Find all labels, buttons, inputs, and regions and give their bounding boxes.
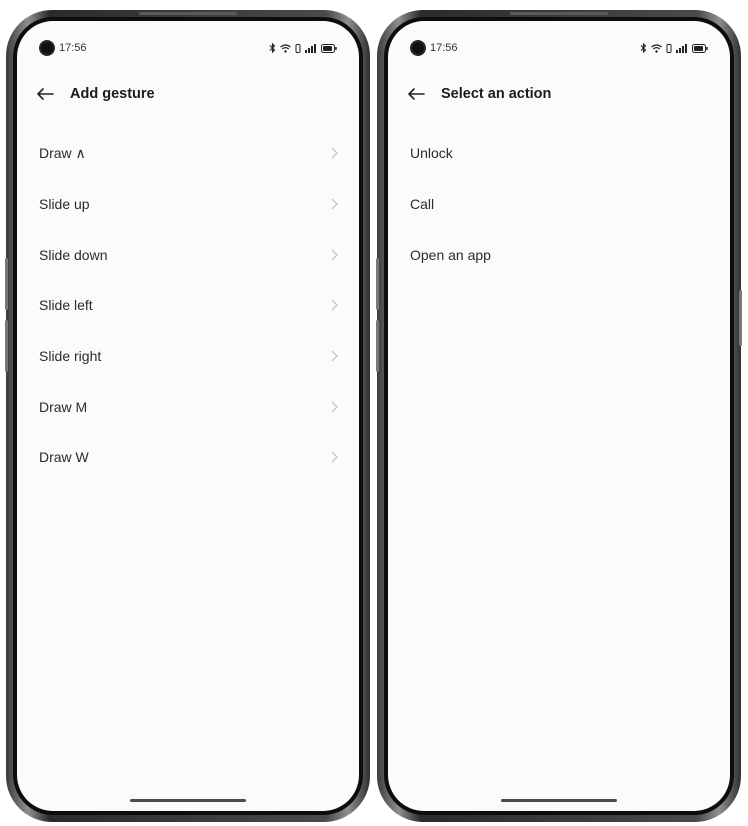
phone-bezel: 17:56 Select an action Unlock Call Open …	[384, 17, 734, 815]
volume-button	[376, 258, 379, 310]
list-item-slide-right[interactable]: Slide right	[17, 331, 359, 382]
battery-icon	[321, 43, 337, 53]
vibrate-icon	[666, 43, 672, 53]
wifi-icon	[651, 43, 662, 53]
list-item-slide-left[interactable]: Slide left	[17, 280, 359, 331]
list-item-draw-caret[interactable]: Draw ∧	[17, 128, 359, 179]
list-item-label: Draw M	[39, 398, 88, 415]
earpiece-grille	[139, 12, 237, 15]
status-bar: 17:56	[39, 39, 337, 57]
list-item-slide-up[interactable]: Slide up	[17, 179, 359, 230]
app-header: Add gesture	[35, 79, 341, 109]
vibrate-icon	[295, 43, 301, 53]
phone-frame-left: 17:56 Add gesture Draw ∧ Slide up Slide …	[5, 10, 370, 822]
page-title: Add gesture	[70, 86, 155, 102]
volume-button	[5, 320, 8, 372]
arrow-left-icon	[37, 88, 54, 100]
app-header: Select an action	[406, 79, 712, 109]
list-item-label: Unlock	[410, 145, 453, 162]
list-item-label: Draw ∧	[39, 144, 86, 161]
list-item-slide-down[interactable]: Slide down	[17, 229, 359, 280]
list-item-label: Slide down	[39, 246, 108, 263]
status-bar: 17:56	[410, 39, 708, 57]
status-icons	[640, 43, 708, 53]
chevron-right-icon	[329, 147, 339, 159]
wifi-icon	[280, 43, 291, 53]
list-item-label: Open an app	[410, 246, 491, 263]
volume-button	[376, 320, 379, 372]
front-camera	[39, 40, 55, 56]
arrow-left-icon	[408, 88, 425, 100]
chevron-right-icon	[329, 198, 339, 210]
list-item-unlock[interactable]: Unlock	[388, 128, 730, 179]
list-item-call[interactable]: Call	[388, 179, 730, 230]
status-time: 17:56	[59, 42, 87, 54]
chevron-right-icon	[329, 451, 339, 463]
chevron-right-icon	[329, 350, 339, 362]
screen-add-gesture: 17:56 Add gesture Draw ∧ Slide up Slide …	[17, 21, 359, 811]
phone-frame-right: 17:56 Select an action Unlock Call Open …	[376, 10, 742, 822]
list-item-draw-m[interactable]: Draw M	[17, 381, 359, 432]
phone-bezel: 17:56 Add gesture Draw ∧ Slide up Slide …	[13, 17, 363, 815]
earpiece-grille	[510, 12, 608, 15]
bluetooth-icon	[640, 43, 647, 53]
gesture-list: Draw ∧ Slide up Slide down Slide left Sl…	[17, 128, 359, 483]
home-indicator[interactable]	[130, 799, 246, 802]
action-list: Unlock Call Open an app	[388, 128, 730, 280]
back-button[interactable]	[406, 84, 426, 104]
front-camera	[410, 40, 426, 56]
chevron-right-icon	[329, 299, 339, 311]
power-button	[739, 290, 742, 346]
list-item-label: Draw W	[39, 449, 89, 466]
signal-icon	[305, 43, 316, 53]
list-item-label: Call	[410, 196, 435, 213]
list-item-label: Slide up	[39, 196, 90, 213]
chevron-right-icon	[329, 401, 339, 413]
list-item-label: Slide right	[39, 348, 102, 365]
back-button[interactable]	[35, 84, 55, 104]
volume-button	[5, 258, 8, 310]
chevron-right-icon	[329, 249, 339, 261]
bluetooth-icon	[269, 43, 276, 53]
list-item-draw-w[interactable]: Draw W	[17, 432, 359, 483]
list-item-open-app[interactable]: Open an app	[388, 229, 730, 280]
battery-icon	[692, 43, 708, 53]
screen-select-action: 17:56 Select an action Unlock Call Open …	[388, 21, 730, 811]
signal-icon	[676, 43, 687, 53]
status-icons	[269, 43, 337, 53]
page-title: Select an action	[441, 86, 552, 102]
home-indicator[interactable]	[501, 799, 617, 802]
list-item-label: Slide left	[39, 297, 93, 314]
status-time: 17:56	[430, 42, 458, 54]
